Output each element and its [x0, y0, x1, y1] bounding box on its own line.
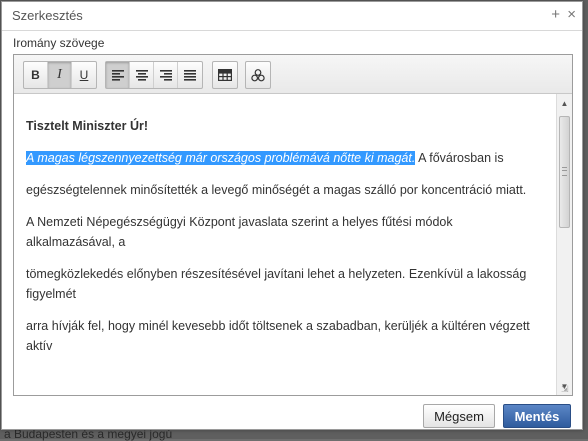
save-button[interactable]: Mentés	[503, 404, 571, 428]
align-center-icon	[135, 69, 148, 81]
align-right-icon	[159, 69, 172, 81]
table-icon	[218, 69, 232, 81]
dialog-titlebar: Szerkesztés + ×	[2, 2, 582, 31]
justify-button[interactable]	[178, 62, 202, 88]
edit-dialog: Szerkesztés + × Iromány szövege B I U Ti…	[1, 1, 583, 430]
rich-text-editor: B I U Tisztelt Miniszter Úr! A magas lég…	[13, 54, 573, 396]
scroll-up-icon[interactable]: ▲	[557, 96, 572, 110]
cancel-button[interactable]: Mégsem	[423, 404, 495, 428]
vertical-scrollbar[interactable]: ▲ ▼	[556, 94, 572, 395]
paragraph-4: tömegközlekedés előnyben részesítésével …	[26, 267, 527, 301]
selected-text: A magas légszennyezettség már országos p…	[26, 151, 416, 165]
editor-toolbar: B I U	[14, 55, 572, 94]
resize-grip-icon[interactable]: ⇲	[561, 384, 571, 394]
justify-icon	[184, 69, 196, 81]
scroll-thumb[interactable]	[559, 116, 570, 228]
close-icon[interactable]: ×	[567, 6, 576, 24]
align-right-button[interactable]	[154, 62, 178, 88]
align-group	[105, 61, 203, 89]
paragraph-1-rest: A fővárosban is	[415, 151, 504, 165]
clover-icon	[251, 68, 265, 81]
field-label: Iromány szövege	[13, 36, 105, 50]
salutation: Tisztelt Miniszter Úr!	[26, 119, 149, 133]
align-left-icon	[111, 69, 124, 81]
special-group	[245, 61, 271, 89]
table-group	[212, 61, 238, 89]
italic-button[interactable]: I	[48, 62, 72, 88]
paragraph-3: A Nemzeti Népegészségügyi Központ javasl…	[26, 215, 453, 249]
paragraph-2: egészségtelennek minősítették a levegő m…	[26, 183, 527, 197]
paragraph-5: arra hívják fel, hogy minél kevesebb idő…	[26, 319, 530, 353]
bold-button[interactable]: B	[24, 62, 48, 88]
underline-button[interactable]: U	[72, 62, 96, 88]
editor-content[interactable]: Tisztelt Miniszter Úr! A magas légszenny…	[14, 94, 556, 395]
maximize-icon[interactable]: +	[551, 6, 560, 24]
align-center-button[interactable]	[130, 62, 154, 88]
special-button[interactable]	[246, 62, 270, 88]
paragraph-1: A magas légszennyezettség már országos p…	[26, 148, 544, 168]
dialog-title: Szerkesztés	[12, 8, 83, 23]
insert-table-button[interactable]	[213, 62, 237, 88]
align-left-button[interactable]	[106, 62, 130, 88]
format-group: B I U	[23, 61, 97, 89]
